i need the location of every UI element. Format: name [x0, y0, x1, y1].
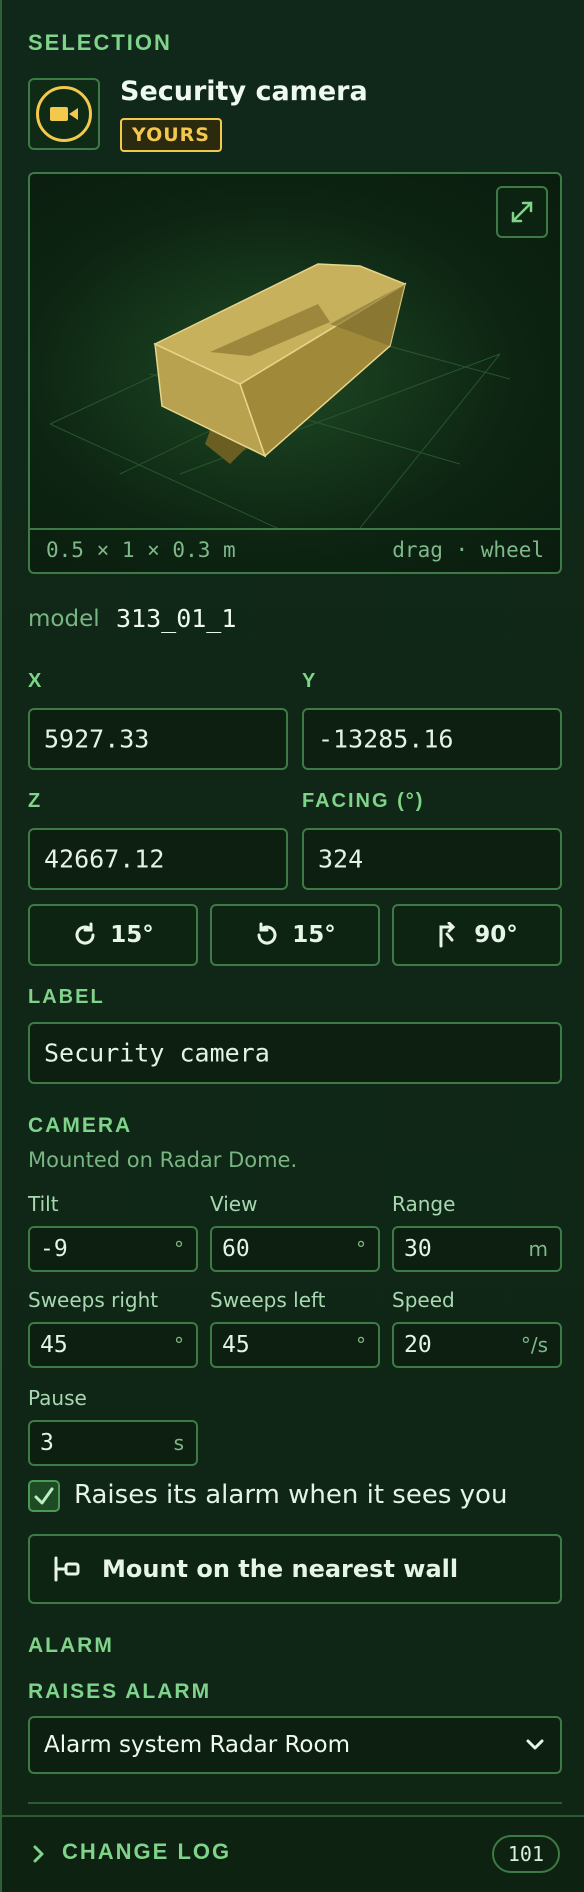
- view-input[interactable]: 60 °: [210, 1226, 380, 1272]
- speed-value: 20: [404, 1332, 432, 1358]
- ownership-badge: YOURS: [120, 118, 222, 152]
- model-id: 313_01_1: [116, 604, 237, 633]
- label-input-value: Security camera: [44, 1038, 270, 1068]
- z-input[interactable]: 42667.12: [28, 828, 288, 890]
- model-label: model: [28, 606, 100, 632]
- label-section-label: LABEL: [28, 986, 105, 1008]
- range-input[interactable]: 30 m: [392, 1226, 562, 1272]
- range-value: 30: [404, 1236, 432, 1262]
- video-camera-icon: [36, 86, 92, 142]
- facing-input-value: 324: [318, 844, 364, 874]
- x-label: X: [28, 670, 44, 692]
- speed-unit: °/s: [520, 1333, 548, 1357]
- inspector-panel: SELECTION Security camera YOURS 0.5 × 1 …: [0, 0, 584, 1892]
- view-label: View: [210, 1192, 258, 1216]
- preview-controls-hint: drag · wheel: [392, 538, 544, 562]
- chevron-down-icon: [526, 1739, 544, 1750]
- tilt-value: -9: [40, 1236, 68, 1262]
- rotate-counterclockwise-icon: [257, 922, 277, 945]
- label-input[interactable]: Security camera: [28, 1022, 562, 1084]
- pause-value: 3: [40, 1430, 54, 1456]
- preview-divider: [30, 528, 560, 530]
- camera-section-label: CAMERA: [28, 1114, 133, 1137]
- range-unit: m: [528, 1237, 548, 1261]
- model-3d-render[interactable]: [30, 174, 562, 528]
- z-label: Z: [28, 790, 43, 812]
- camera-mount-status: Mounted on Radar Dome.: [28, 1148, 298, 1172]
- mount-wall-label: Mount on the nearest wall: [102, 1555, 459, 1583]
- sweeps-left-input[interactable]: 45 °: [210, 1322, 380, 1368]
- y-input[interactable]: -13285.16: [302, 708, 562, 770]
- sweeps-right-unit: °: [174, 1333, 184, 1357]
- rotate-counterclockwise-button[interactable]: 15°: [210, 904, 380, 966]
- speed-input[interactable]: 20 °/s: [392, 1322, 562, 1368]
- sweeps-right-value: 45: [40, 1332, 68, 1358]
- facing-input[interactable]: 324: [302, 828, 562, 890]
- range-label: Range: [392, 1192, 456, 1216]
- y-input-value: -13285.16: [318, 724, 454, 754]
- sweeps-left-value: 45: [222, 1332, 250, 1358]
- pause-input[interactable]: 3 s: [28, 1420, 198, 1466]
- alarm-select[interactable]: Alarm system Radar Room: [28, 1716, 562, 1774]
- rotate-clockwise-icon: [75, 922, 95, 945]
- section-divider: [28, 1802, 562, 1804]
- alarm-select-value: Alarm system Radar Room: [44, 1732, 350, 1758]
- rotate-clockwise-label: 15°: [110, 922, 154, 948]
- chevron-right-icon: [33, 1845, 44, 1863]
- selection-icon-tile: [28, 78, 100, 150]
- rotate-clockwise-button[interactable]: 15°: [28, 904, 198, 966]
- checkmark-icon: [34, 1487, 54, 1505]
- model-dimensions: 0.5 × 1 × 0.3 m: [46, 538, 236, 562]
- view-value: 60: [222, 1236, 250, 1262]
- corner-arrow-icon: [439, 922, 456, 948]
- tilt-input[interactable]: -9 °: [28, 1226, 198, 1272]
- z-input-value: 42667.12: [44, 844, 165, 874]
- selection-section-label: SELECTION: [28, 30, 172, 55]
- x-input-value: 5927.33: [44, 724, 150, 754]
- model-preview[interactable]: 0.5 × 1 × 0.3 m drag · wheel: [28, 172, 562, 574]
- tilt-label: Tilt: [28, 1192, 59, 1216]
- rotate-90-label: 90°: [474, 922, 518, 948]
- sweeps-right-label: Sweeps right: [28, 1288, 159, 1312]
- alarm-checkbox[interactable]: [28, 1480, 60, 1512]
- rotate-counterclockwise-label: 15°: [292, 922, 336, 948]
- alarm-section-label: ALARM: [28, 1634, 114, 1657]
- rotate-90-button[interactable]: 90°: [392, 904, 562, 966]
- tilt-unit: °: [174, 1237, 184, 1261]
- changelog-label: CHANGE LOG: [62, 1839, 232, 1864]
- sweeps-left-label: Sweeps left: [210, 1288, 326, 1312]
- sweeps-left-unit: °: [356, 1333, 366, 1357]
- raises-alarm-label: RAISES ALARM: [28, 1680, 212, 1703]
- x-input[interactable]: 5927.33: [28, 708, 288, 770]
- pause-unit: s: [173, 1431, 184, 1455]
- speed-label: Speed: [392, 1288, 455, 1312]
- expand-icon[interactable]: [496, 186, 548, 238]
- facing-label: FACING (°): [302, 790, 425, 812]
- changelog-bar[interactable]: CHANGE LOG 101: [2, 1817, 584, 1892]
- sweeps-right-input[interactable]: 45 °: [28, 1322, 198, 1368]
- view-unit: °: [356, 1237, 366, 1261]
- pause-label: Pause: [28, 1386, 87, 1410]
- selection-title: Security camera: [120, 76, 368, 107]
- mount-wall-button[interactable]: Mount on the nearest wall: [28, 1534, 562, 1604]
- changelog-count-badge: 101: [491, 1835, 560, 1873]
- alarm-checkbox-label[interactable]: Raises its alarm when it sees you: [74, 1480, 507, 1510]
- y-label: Y: [302, 670, 318, 692]
- wall-mount-icon: [54, 1556, 80, 1582]
